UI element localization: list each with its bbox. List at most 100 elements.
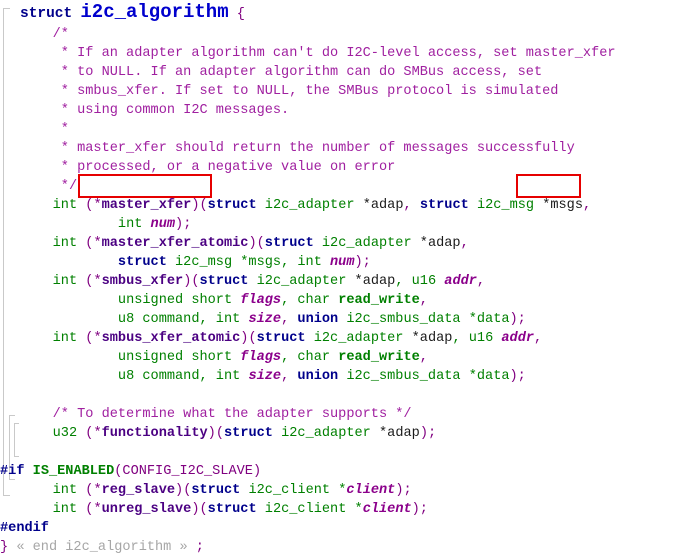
code-line-28: #endif <box>0 519 677 538</box>
punct: (* <box>85 426 102 441</box>
type-i2c-adapter: i2c_adapter <box>248 274 355 289</box>
punct: )( <box>248 236 265 251</box>
punct: ); <box>395 483 412 498</box>
type-char: , char <box>281 293 339 308</box>
type-i2c-adapter: i2c_adapter <box>272 426 380 441</box>
punct: (* <box>85 502 102 517</box>
punct: ); <box>411 502 428 517</box>
param-client: client <box>346 483 396 498</box>
keyword-struct: struct <box>256 331 306 346</box>
punct: ; <box>195 540 204 555</box>
keyword-struct: struct <box>117 255 167 270</box>
comment-text: * If an adapter algorithm can't do I2C-l… <box>52 46 616 61</box>
punct: (* <box>85 331 102 346</box>
keyword-struct: struct <box>20 6 73 22</box>
type-u16: , u16 <box>452 331 502 346</box>
fn-smbus-xfer: smbus_xfer <box>101 274 184 289</box>
fold-end-note: « end i2c_algorithm » <box>8 540 196 555</box>
punct: )( <box>175 483 192 498</box>
code-line-12: int num); <box>0 215 677 234</box>
type-unsigned-short: unsigned short <box>117 350 241 365</box>
type-int: int <box>52 331 86 346</box>
code-line-1: struct i2c_algorithm { <box>0 0 677 25</box>
punct: ); <box>509 312 526 327</box>
punct: , <box>403 198 420 213</box>
punct: (* <box>85 198 102 213</box>
punct: (* <box>85 236 102 251</box>
type-u8-command: u8 command, int <box>117 369 249 384</box>
param-read-write: read_write <box>338 350 420 365</box>
struct-name: i2c_algorithm <box>80 1 229 23</box>
code-line-22: /* To determine what the adapter support… <box>0 405 677 424</box>
param-num: num <box>150 217 176 232</box>
type-i2c-adapter: i2c_adapter <box>256 198 363 213</box>
type-unsigned-short: unsigned short <box>117 293 241 308</box>
code-line-18: int (*smbus_xfer_atomic)(struct i2c_adap… <box>0 329 677 348</box>
type-int: int <box>52 236 86 251</box>
punct: , <box>476 274 486 289</box>
param-adap: *adap <box>419 236 461 251</box>
code-line-13: int (*master_xfer_atomic)(struct i2c_ada… <box>0 234 677 253</box>
param-adap: *adap <box>411 331 453 346</box>
type-int: int <box>52 274 86 289</box>
punct: ); <box>354 255 371 270</box>
param-msgs: *msgs <box>534 198 583 213</box>
comment-text: * using common I2C messages. <box>52 103 290 118</box>
param-adap: *adap <box>354 274 396 289</box>
type-i2c-smbus-data: i2c_smbus_data *data <box>338 369 510 384</box>
code-line-10: */ <box>0 177 677 196</box>
code-line-17: u8 command, int size, union i2c_smbus_da… <box>0 310 677 329</box>
brace-open: { <box>236 7 245 22</box>
type-i2c-client: i2c_client * <box>256 502 363 517</box>
code-line-2: /* <box>0 25 677 44</box>
keyword-struct: struct <box>264 236 314 251</box>
fn-unreg-slave: unreg_slave <box>101 502 192 517</box>
punct: , <box>281 312 298 327</box>
fn-functionality: functionality <box>101 426 208 441</box>
code-line-3: * If an adapter algorithm can't do I2C-l… <box>0 44 677 63</box>
comment-open: /* <box>52 27 69 42</box>
type-char: , char <box>281 350 339 365</box>
code-viewer: struct i2c_algorithm { /* * If an adapte… <box>0 0 677 555</box>
type-u8-command: u8 command, int <box>117 312 249 327</box>
directive-endif: #endif <box>0 521 49 536</box>
code-line-26: int (*reg_slave)(struct i2c_client *clie… <box>0 481 677 500</box>
source-code-block: struct i2c_algorithm { /* * If an adapte… <box>0 0 677 557</box>
param-flags: flags <box>240 350 282 365</box>
param-flags: flags <box>240 293 282 308</box>
param-addr: addr <box>501 331 535 346</box>
fn-master-xfer: master_xfer <box>101 198 192 213</box>
param-size: size <box>248 369 282 384</box>
code-line-29: } « end i2c_algorithm » ; <box>0 538 677 557</box>
type-i2c-adapter: i2c_adapter <box>313 236 420 251</box>
param-adap: *adap <box>362 198 404 213</box>
param-size: size <box>248 312 282 327</box>
type-i2c-msg-params: i2c_msg *msgs, int <box>166 255 331 270</box>
keyword-struct: struct <box>207 502 257 517</box>
comment-text: * smbus_xfer. If set to NULL, the SMBus … <box>52 84 559 99</box>
keyword-struct: struct <box>207 198 257 213</box>
fn-smbus-xfer-atomic: smbus_xfer_atomic <box>101 331 241 346</box>
type-i2c-adapter: i2c_adapter <box>305 331 412 346</box>
code-line-8: * master_xfer should return the number o… <box>0 139 677 158</box>
comment-text: * to NULL. If an adapter algorithm can d… <box>52 65 543 80</box>
macro-is-enabled: IS_ENABLED <box>32 464 115 479</box>
punct: ); <box>509 369 526 384</box>
param-client: client <box>362 502 412 517</box>
macro-config-i2c-slave: CONFIG_I2C_SLAVE <box>122 464 253 479</box>
code-line-11: int (*master_xfer)(struct i2c_adapter *a… <box>0 196 677 215</box>
keyword-struct: struct <box>419 198 469 213</box>
punct: )( <box>183 274 200 289</box>
punct: (* <box>85 274 102 289</box>
keyword-struct: struct <box>199 274 249 289</box>
type-int: int <box>52 502 86 517</box>
comment-text: * <box>52 122 69 137</box>
code-line-9: * processed, or a negative value on erro… <box>0 158 677 177</box>
code-line-25: #if IS_ENABLED(CONFIG_I2C_SLAVE) <box>0 462 677 481</box>
code-line-7: * <box>0 120 677 139</box>
param-read-write: read_write <box>338 293 420 308</box>
